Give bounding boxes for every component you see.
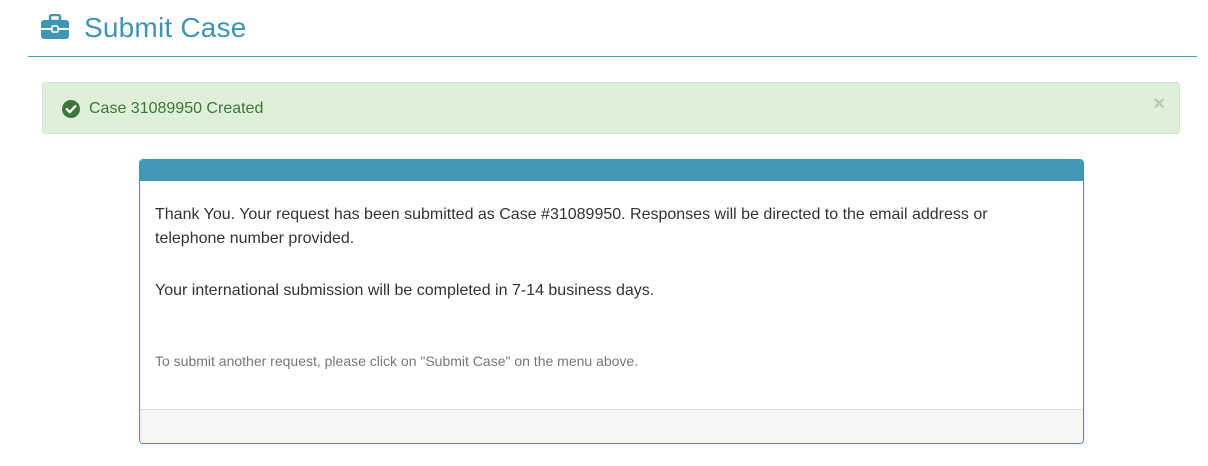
completion-timeline: Your international submission will be co… bbox=[155, 282, 655, 299]
panel-footer bbox=[140, 409, 1083, 443]
check-circle-icon bbox=[62, 100, 80, 118]
panel-heading bbox=[140, 160, 1083, 181]
briefcase-icon bbox=[41, 13, 69, 40]
page-header: Submit Case bbox=[28, 0, 1197, 57]
confirmation-message: Thank You. Your request has been submitt… bbox=[155, 206, 988, 247]
panel-body: Thank You. Your request has been submitt… bbox=[155, 203, 1055, 369]
submit-another-hint: To submit another request, please click … bbox=[155, 353, 639, 369]
success-alert: Case 31089950 Created × bbox=[42, 82, 1180, 134]
page: Submit Case Case 31089950 Created × Than… bbox=[0, 0, 1208, 466]
confirmation-panel: Thank You. Your request has been submitt… bbox=[139, 159, 1084, 444]
alert-message: Case 31089950 Created bbox=[89, 100, 264, 117]
close-button[interactable]: × bbox=[1153, 94, 1165, 114]
page-title: Submit Case bbox=[84, 12, 247, 43]
